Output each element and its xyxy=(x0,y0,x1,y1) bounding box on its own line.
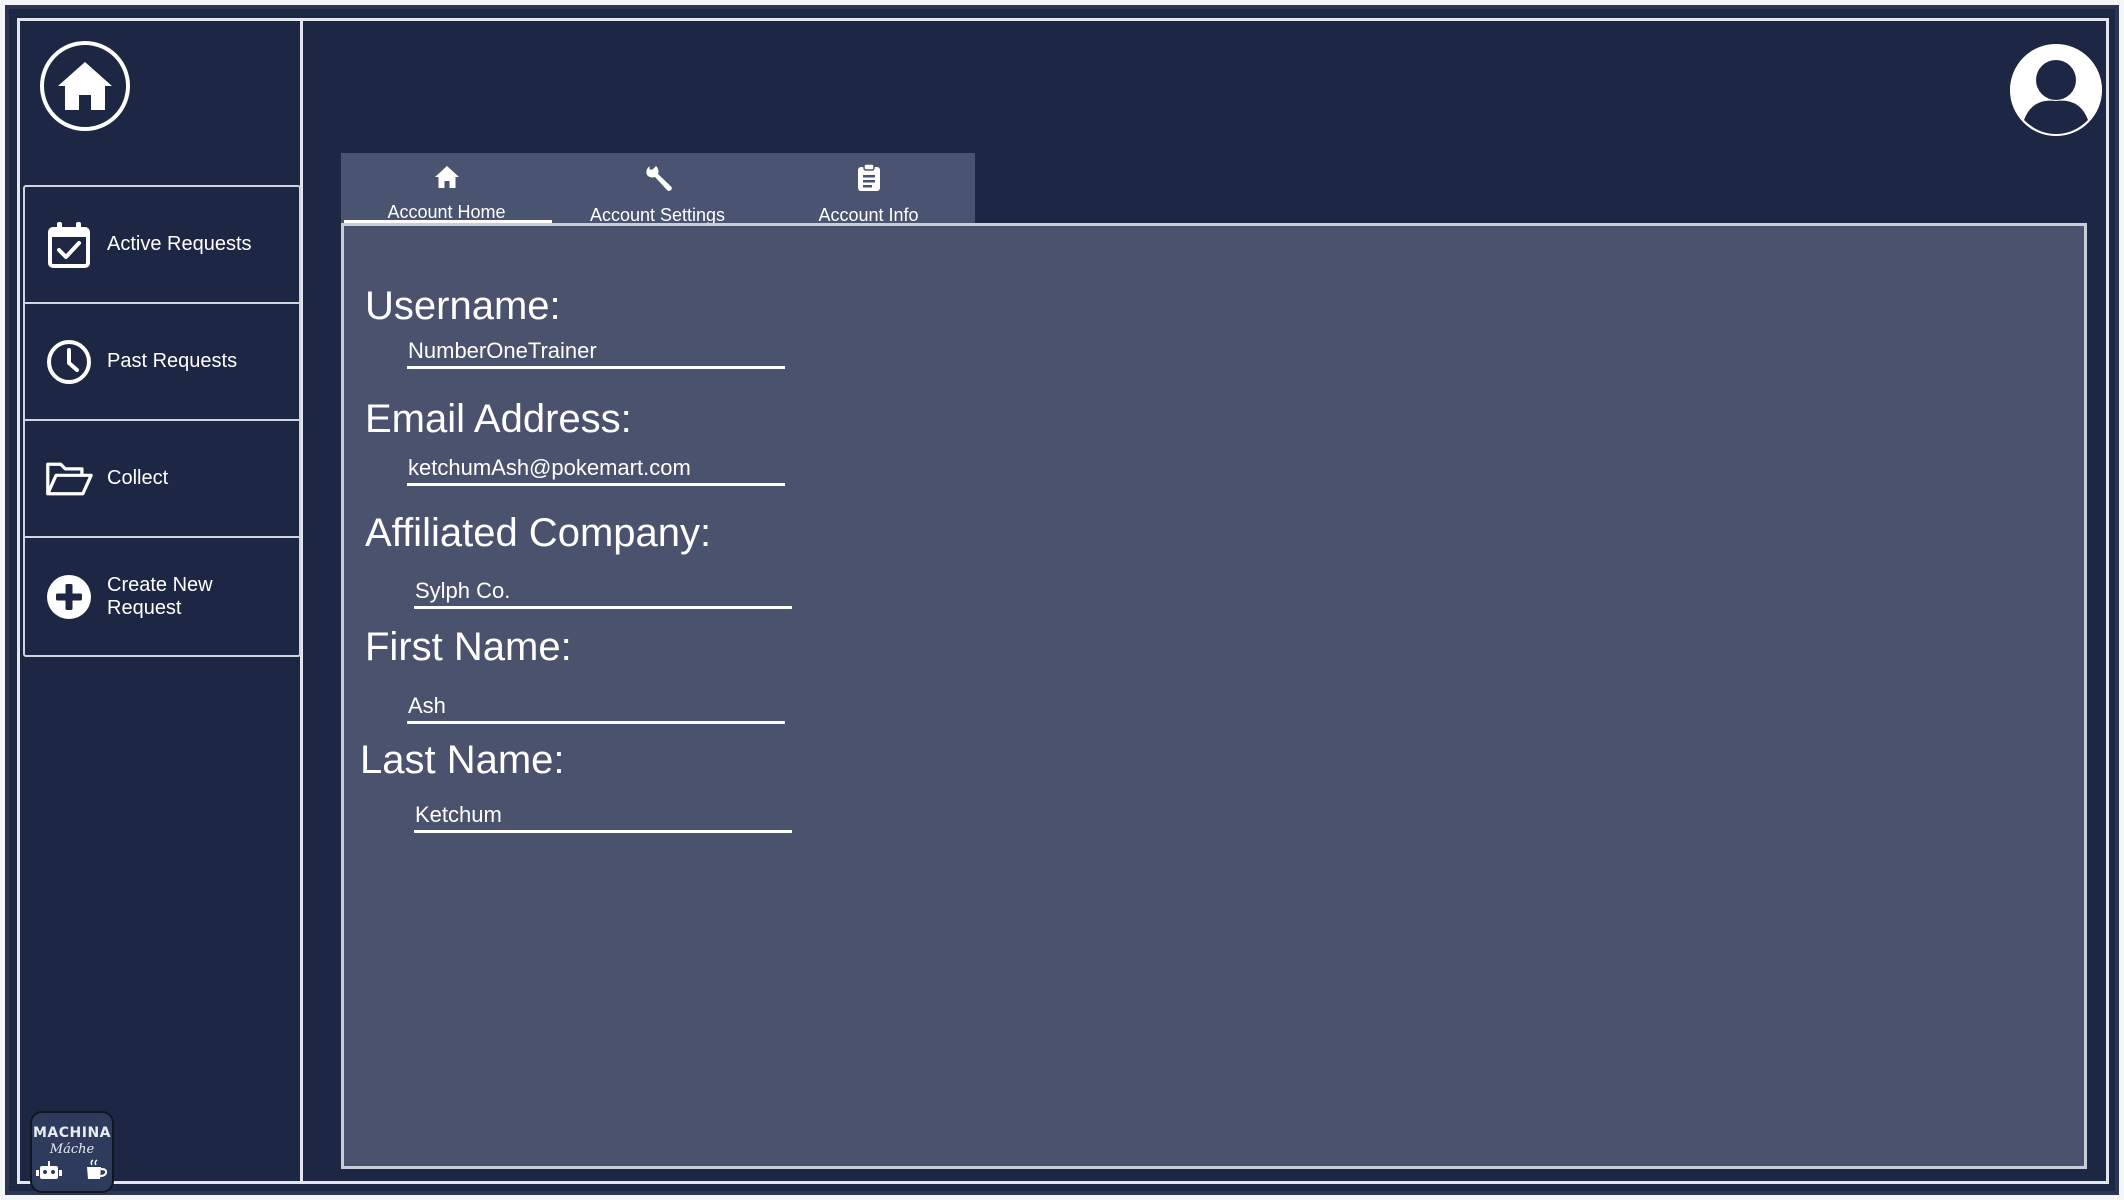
logo-text-top: MACHINA xyxy=(32,1125,112,1141)
username-label: Username: xyxy=(365,284,561,328)
clock-icon xyxy=(45,338,93,386)
sidebar-item-past-requests[interactable]: Past Requests xyxy=(25,304,299,421)
last-name-label: Last Name: xyxy=(360,738,565,782)
clipboard-icon xyxy=(857,164,881,192)
tab-label: Account Home xyxy=(387,202,506,222)
company-label: Affiliated Company: xyxy=(365,511,712,555)
username-field[interactable]: NumberOneTrainer xyxy=(407,338,785,369)
last-name-field[interactable]: Ketchum xyxy=(414,802,792,833)
sidebar-item-active-requests[interactable]: Active Requests xyxy=(25,187,299,304)
tab-account-home[interactable]: Account Home xyxy=(341,153,552,223)
sidebar-item-label: Create New Request xyxy=(107,573,213,619)
home-button[interactable] xyxy=(40,41,130,131)
email-field[interactable]: ketchumAsh@pokemart.com xyxy=(407,455,785,486)
logo-text-bottom: Máche xyxy=(49,1142,95,1157)
coffee-cup-icon xyxy=(87,1159,108,1179)
app-logo: MACHINA Máche xyxy=(30,1111,114,1193)
robot-icon xyxy=(36,1161,62,1179)
first-name-label: First Name: xyxy=(365,625,572,669)
account-details-panel: Username: NumberOneTrainer Email Address… xyxy=(341,223,2087,1169)
sidebar-item-label: Active Requests xyxy=(107,233,252,255)
sidebar-item-create-new-request[interactable]: Create New Request xyxy=(25,538,299,655)
sidebar: Active Requests Past Requests Collect Cr… xyxy=(20,21,303,1193)
plus-circle-icon xyxy=(45,573,93,621)
company-field[interactable]: Sylph Co. xyxy=(414,578,792,609)
sidebar-item-label: Past Requests xyxy=(107,350,238,372)
sidebar-item-label: Collect xyxy=(107,467,169,489)
wrench-icon xyxy=(643,164,673,192)
folder-open-icon xyxy=(45,455,93,503)
app-window: Active Requests Past Requests Collect Cr… xyxy=(5,5,2119,1195)
user-avatar[interactable] xyxy=(2010,44,2102,136)
home-icon xyxy=(434,164,460,189)
home-icon xyxy=(58,62,112,110)
account-tabs: Account Home Account Settings Account In… xyxy=(341,153,975,225)
sidebar-item-collect[interactable]: Collect xyxy=(25,421,299,538)
first-name-field[interactable]: Ash xyxy=(407,693,785,724)
user-icon xyxy=(2010,44,2102,136)
sidebar-nav: Active Requests Past Requests Collect Cr… xyxy=(23,185,301,657)
tab-account-info[interactable]: Account Info xyxy=(763,153,974,225)
email-label: Email Address: xyxy=(365,397,632,441)
calendar-check-icon xyxy=(45,221,93,269)
app-frame: Active Requests Past Requests Collect Cr… xyxy=(17,18,2109,1193)
tab-account-settings[interactable]: Account Settings xyxy=(552,153,763,225)
